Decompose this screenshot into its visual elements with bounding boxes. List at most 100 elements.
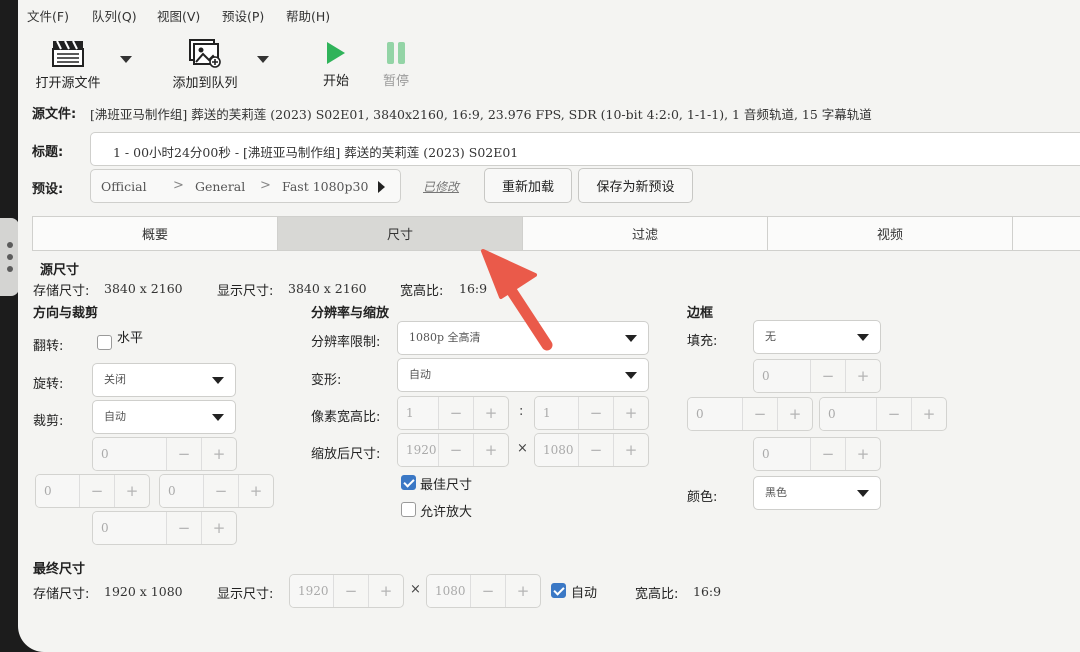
minus-icon[interactable]: − xyxy=(876,398,911,430)
source-storage-value: 3840 x 2160 xyxy=(104,281,183,296)
allow-upscale-checkbox[interactable] xyxy=(401,502,416,517)
minus-icon[interactable]: − xyxy=(203,475,238,507)
optimal-size-checkbox[interactable] xyxy=(401,475,416,490)
menu-view[interactable]: 视图(V) xyxy=(157,6,200,25)
crop-right-stepper[interactable]: 0− + xyxy=(159,474,274,508)
par-height-stepper[interactable]: 1− + xyxy=(534,396,649,430)
minus-icon[interactable]: − xyxy=(438,434,473,466)
fill-label: 填充: xyxy=(687,334,718,349)
scaled-width-value[interactable]: 1920 xyxy=(398,434,438,466)
crop-bottom-stepper[interactable]: 0− + xyxy=(92,511,237,545)
final-display-height-stepper[interactable]: 1080− + xyxy=(426,574,541,608)
crop-left-value[interactable]: 0 xyxy=(36,475,79,507)
border-bottom-stepper[interactable]: 0− + xyxy=(753,437,881,471)
final-aspect-value: 16:9 xyxy=(693,584,722,599)
title-value: 1 - 00小时24分00秒 - [沸班亚马制作组] 葬送的芙莉莲 (2023)… xyxy=(113,145,519,160)
plus-icon[interactable]: + xyxy=(777,398,812,430)
open-source-dropdown-icon[interactable] xyxy=(120,56,132,63)
flip-horizontal-checkbox[interactable] xyxy=(97,335,112,350)
crop-select[interactable]: 自动 xyxy=(92,400,236,434)
pixel-aspect-label: 像素宽高比: xyxy=(311,410,381,425)
reload-preset-button[interactable]: 重新加载 xyxy=(484,168,572,203)
border-top-value[interactable]: 0 xyxy=(754,360,810,392)
plus-icon[interactable]: + xyxy=(911,398,946,430)
border-left-value[interactable]: 0 xyxy=(688,398,742,430)
final-display-width-stepper[interactable]: 1920− + xyxy=(289,574,404,608)
open-source-button[interactable]: 打开源文件 xyxy=(34,38,102,91)
minus-icon[interactable]: − xyxy=(79,475,114,507)
menu-file[interactable]: 文件(F) xyxy=(27,6,69,25)
plus-icon[interactable]: + xyxy=(114,475,149,507)
menu-queue[interactable]: 队列(Q) xyxy=(92,6,137,25)
border-right-value[interactable]: 0 xyxy=(820,398,876,430)
minus-icon[interactable]: − xyxy=(166,512,201,544)
plus-icon[interactable]: + xyxy=(845,360,880,392)
plus-icon[interactable]: + xyxy=(845,438,880,470)
par-height-value[interactable]: 1 xyxy=(535,397,578,429)
clapperboard-icon xyxy=(52,40,84,67)
minus-icon[interactable]: − xyxy=(578,434,613,466)
crop-top-value[interactable]: 0 xyxy=(93,438,166,470)
preset-selector[interactable]: Official > General > Fast 1080p30 xyxy=(90,169,401,203)
tab-video[interactable]: 视频 xyxy=(768,217,1013,250)
color-label: 颜色: xyxy=(687,490,718,505)
pause-button[interactable]: 暂停 xyxy=(376,40,416,89)
add-to-queue-button[interactable]: 添加到队列 xyxy=(168,38,242,91)
border-heading: 边框 xyxy=(687,306,714,321)
menu-preset[interactable]: 预设(P) xyxy=(222,6,264,25)
fill-value: 无 xyxy=(765,330,776,343)
final-display-label: 显示尺寸: xyxy=(217,587,274,602)
plus-icon[interactable]: + xyxy=(201,438,236,470)
crop-left-stepper[interactable]: 0− + xyxy=(35,474,150,508)
title-label: 标题: xyxy=(32,145,64,160)
plus-icon[interactable]: + xyxy=(201,512,236,544)
plus-icon[interactable]: + xyxy=(505,575,540,607)
menu-help[interactable]: 帮助(H) xyxy=(286,6,330,25)
plus-icon[interactable]: + xyxy=(613,397,648,429)
preset-modified-link[interactable]: 已修改 xyxy=(423,178,459,195)
border-right-stepper[interactable]: 0− + xyxy=(819,397,947,431)
plus-icon[interactable]: + xyxy=(368,575,403,607)
par-width-value[interactable]: 1 xyxy=(398,397,438,429)
start-button[interactable]: 开始 xyxy=(316,40,356,89)
minus-icon[interactable]: − xyxy=(742,398,777,430)
plus-icon[interactable]: + xyxy=(473,397,508,429)
side-panel-handle[interactable] xyxy=(0,218,19,296)
border-bottom-value[interactable]: 0 xyxy=(754,438,810,470)
plus-icon[interactable]: + xyxy=(613,434,648,466)
par-width-stepper[interactable]: 1− + xyxy=(397,396,509,430)
add-to-queue-dropdown-icon[interactable] xyxy=(257,56,269,63)
minus-icon[interactable]: − xyxy=(810,360,845,392)
resolution-scaling-heading: 分辨率与缩放 xyxy=(311,306,390,321)
tab-summary[interactable]: 概要 xyxy=(33,217,278,250)
minus-icon[interactable]: − xyxy=(810,438,845,470)
minus-icon[interactable]: − xyxy=(333,575,368,607)
title-field[interactable]: 1 - 00小时24分00秒 - [沸班亚马制作组] 葬送的芙莉莲 (2023)… xyxy=(90,132,1080,166)
final-display-height-value[interactable]: 1080 xyxy=(427,575,470,607)
minus-icon[interactable]: − xyxy=(578,397,613,429)
minus-icon[interactable]: − xyxy=(470,575,505,607)
scaled-height-value[interactable]: 1080 xyxy=(535,434,578,466)
crop-bottom-value[interactable]: 0 xyxy=(93,512,166,544)
border-left-stepper[interactable]: 0− + xyxy=(687,397,813,431)
scaled-width-stepper[interactable]: 1920− + xyxy=(397,433,509,467)
scaled-height-stepper[interactable]: 1080− + xyxy=(534,433,649,467)
color-select[interactable]: 黑色 xyxy=(753,476,881,510)
anamorphic-value: 自动 xyxy=(409,368,431,381)
plus-icon[interactable]: + xyxy=(473,434,508,466)
rotate-select[interactable]: 关闭 xyxy=(92,363,236,397)
color-value: 黑色 xyxy=(765,486,787,499)
final-display-separator: × xyxy=(410,582,421,597)
crop-right-value[interactable]: 0 xyxy=(160,475,203,507)
final-display-width-value[interactable]: 1920 xyxy=(290,575,333,607)
border-top-stepper[interactable]: 0− + xyxy=(753,359,881,393)
fill-select[interactable]: 无 xyxy=(753,320,881,354)
minus-icon[interactable]: − xyxy=(166,438,201,470)
plus-icon[interactable]: + xyxy=(238,475,273,507)
anamorphic-select[interactable]: 自动 xyxy=(397,358,649,392)
final-auto-checkbox[interactable] xyxy=(551,583,566,598)
preset-path-3: Fast 1080p30 xyxy=(282,179,369,194)
crop-top-stepper[interactable]: 0− + xyxy=(92,437,237,471)
save-new-preset-button[interactable]: 保存为新预设 xyxy=(578,168,693,203)
minus-icon[interactable]: − xyxy=(438,397,473,429)
